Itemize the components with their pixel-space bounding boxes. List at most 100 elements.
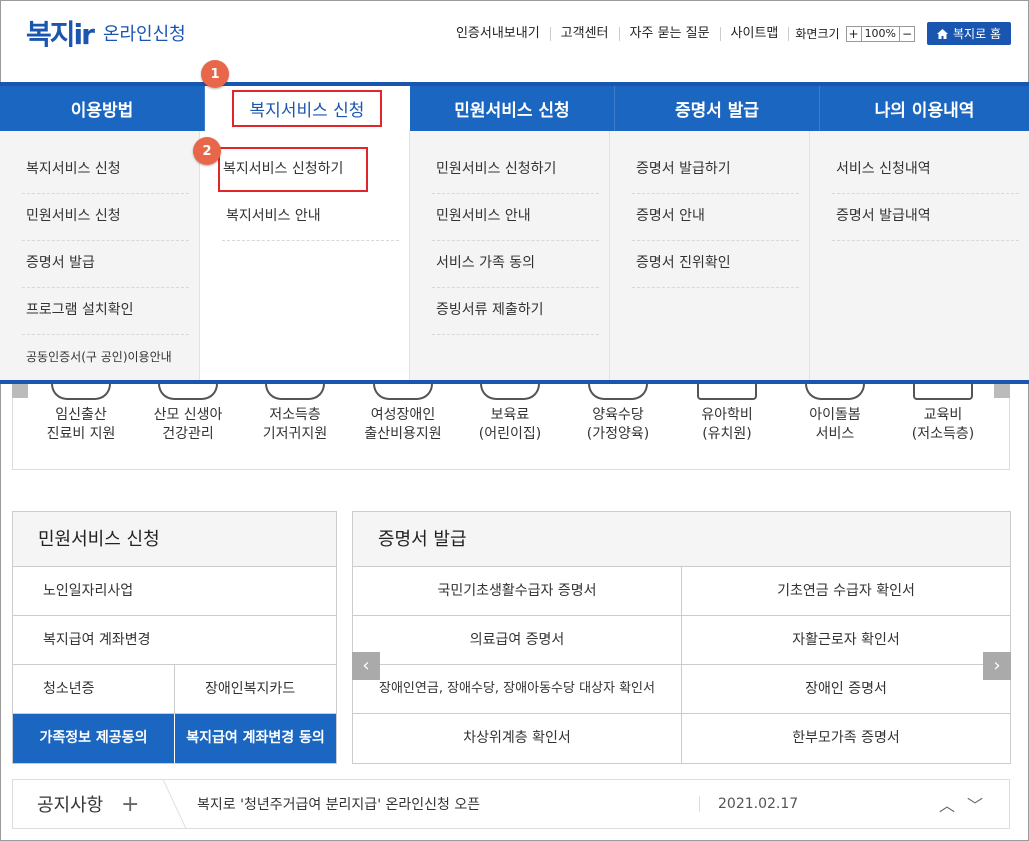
mega-col-welfare: 복지서비스 신청하기 복지서비스 안내 (200, 131, 410, 380)
cert-cell[interactable]: 차상위계층 확인서 (353, 714, 682, 763)
cert-cell[interactable]: 기초연금 수급자 확인서 (682, 567, 1010, 616)
civil-panel-title: 민원서비스 신청 (13, 512, 336, 567)
family-info-consent-button[interactable]: 가족정보 제공동의 (13, 714, 175, 763)
menu-item[interactable]: 증명서 발급내역 (832, 194, 1019, 241)
cert-panel-title: 증명서 발급 (353, 512, 1010, 567)
service-icon (480, 384, 540, 400)
cert-cell[interactable]: 자활근로자 확인서 (682, 616, 1010, 665)
service-line1: 아이돌봄 (809, 407, 861, 423)
menu-item[interactable]: 서비스 신청내역 (832, 147, 1019, 194)
tab-civil-apply[interactable]: 민원서비스 신청 (410, 86, 615, 131)
logo-subtitle: 온라인신청 (102, 24, 186, 45)
menu-item[interactable]: 복지서비스 신청 (22, 147, 189, 194)
service-icon (697, 384, 757, 400)
tab-certificate-label: 증명서 발급 (674, 101, 760, 121)
main-nav: 이용방법 복지서비스 신청 민원서비스 신청 증명서 발급 나의 이용내역 (0, 86, 1029, 131)
util-link-customer-center[interactable]: 고객센터 (551, 26, 620, 41)
tab-welfare-apply[interactable]: 복지서비스 신청 (205, 86, 410, 131)
site-logo[interactable]: 복지ir 온라인신청 (26, 8, 186, 58)
util-link-cert-export[interactable]: 인증서내보내기 (446, 26, 551, 41)
notice-nav-arrows-icon[interactable]: ︿﹀ (939, 792, 1009, 816)
mega-col-civil: 민원서비스 신청하기 민원서비스 안내 서비스 가족 동의 증빙서류 제출하기 (410, 131, 610, 380)
menu-item[interactable]: 민원서비스 안내 (432, 194, 599, 241)
service-line2: (어린이집) (478, 426, 542, 442)
cert-cell[interactable]: 장애인 증명서 (682, 665, 1010, 714)
service-icon (51, 384, 111, 400)
service-item[interactable]: 교육비 (저소득층) (893, 384, 993, 444)
service-line2: 건강관리 (162, 426, 214, 442)
menu-item[interactable]: 증빙서류 제출하기 (432, 288, 599, 335)
home-icon (937, 28, 949, 39)
service-item[interactable]: 유아학비 (유치원) (677, 384, 777, 444)
tab-my-history[interactable]: 나의 이용내역 (820, 86, 1029, 131)
menu-item[interactable]: 프로그램 설치확인 (22, 288, 189, 335)
menu-item[interactable]: 공동인증서(구 공인)이용안내 (22, 335, 189, 382)
service-line1: 양육수당 (592, 407, 644, 423)
service-icon (265, 384, 325, 400)
mega-col-certificate: 증명서 발급하기 증명서 안내 증명서 진위확인 (610, 131, 810, 380)
civil-row[interactable]: 노인일자리사업 (13, 567, 336, 616)
cert-grid: 국민기초생활수급자 증명서 기초연금 수급자 확인서 의료급여 증명서 자활근로… (353, 567, 1010, 763)
cert-cell[interactable]: 장애인연금, 장애수당, 장애아동수당 대상자 확인서 (353, 665, 682, 714)
util-link-sitemap[interactable]: 사이트맵 (721, 26, 790, 41)
service-icon (913, 384, 973, 400)
service-item[interactable]: 보육료 (어린이집) (460, 384, 560, 444)
menu-item-welfare-apply-now[interactable]: 복지서비스 신청하기 (218, 147, 368, 192)
civil-disability-card[interactable]: 장애인복지카드 (175, 665, 336, 713)
service-item[interactable]: 양육수당 (가정양육) (568, 384, 668, 444)
menu-item[interactable]: 복지서비스 안내 (222, 194, 399, 241)
service-icon (805, 384, 865, 400)
service-next-arrow[interactable] (994, 384, 1010, 398)
zoom-out-button[interactable]: − (899, 25, 916, 42)
cert-cell[interactable]: 의료급여 증명서 (353, 616, 682, 665)
service-line1: 임신출산 (55, 407, 107, 423)
menu-item[interactable]: 증명서 발급 (22, 241, 189, 288)
notice-bar: 공지사항 + 복지로 '청년주거급여 분리지급' 온라인신청 오픈 2021.0… (12, 779, 1010, 829)
service-icon (588, 384, 648, 400)
zoom-in-button[interactable]: + (845, 25, 862, 42)
cert-next-arrow[interactable]: › (983, 652, 1011, 680)
tab-certificate[interactable]: 증명서 발급 (615, 86, 820, 131)
civil-row[interactable]: 복지급여 계좌변경 (13, 616, 336, 665)
notice-text[interactable]: 복지로 '청년주거급여 분리지급' 온라인신청 오픈 (197, 794, 699, 814)
home-button-label: 복지로 홈 (953, 27, 1001, 41)
cert-cell[interactable]: 국민기초생활수급자 증명서 (353, 567, 682, 616)
service-strip: 임신출산 진료비 지원 산모 신생아 건강관리 저소득층 기저귀지원 여성장애인출산비… (12, 384, 1010, 470)
home-button[interactable]: 복지로 홈 (927, 22, 1011, 45)
civil-youth-card[interactable]: 청소년증 (13, 665, 175, 713)
menu-item[interactable]: 증명서 진위확인 (632, 241, 799, 288)
tab-usage[interactable]: 이용방법 (0, 86, 205, 131)
tab-usage-label: 이용방법 (70, 101, 134, 121)
service-line1: 저소득층 (269, 407, 321, 423)
cert-cell[interactable]: 한부모가족 증명서 (682, 714, 1010, 763)
account-change-consent-button[interactable]: 복지급여 계좌변경 동의 (175, 714, 336, 763)
service-prev-arrow[interactable] (12, 384, 28, 398)
utility-bar: 인증서내보내기 고객센터 자주 묻는 질문 사이트맵 화면크기 + 100% −… (446, 22, 1011, 45)
menu-item[interactable]: 증명서 발급하기 (632, 147, 799, 194)
screen-size-label: 화면크기 (795, 27, 840, 41)
mega-col-usage: 복지서비스 신청 민원서비스 신청 증명서 발급 프로그램 설치확인 공동인증서… (0, 131, 200, 382)
util-link-faq[interactable]: 자주 묻는 질문 (620, 26, 721, 41)
notice-more-plus-icon[interactable]: + (121, 792, 161, 817)
service-line1: 여성장애인 (370, 407, 436, 423)
service-line2: 서비스 (815, 426, 855, 442)
service-item[interactable]: 임신출산 진료비 지원 (31, 384, 131, 444)
menu-item[interactable]: 증명서 안내 (632, 194, 799, 241)
civil-button-row: 가족정보 제공동의 복지급여 계좌변경 동의 (13, 714, 336, 763)
service-item[interactable]: 여성장애인출산비용지원 (353, 384, 453, 444)
menu-item[interactable]: 민원서비스 신청하기 (432, 147, 599, 194)
cert-prev-arrow[interactable]: ‹ (352, 652, 380, 680)
service-item[interactable]: 산모 신생아 건강관리 (138, 384, 238, 444)
menu-item[interactable]: 민원서비스 신청 (22, 194, 189, 241)
service-item[interactable]: 아이돌봄서비스 (785, 384, 885, 444)
tab-my-history-label: 나의 이용내역 (874, 101, 975, 121)
service-line2: (유치원) (702, 426, 752, 442)
service-line2: (가정양육) (586, 426, 650, 442)
menu-item[interactable]: 서비스 가족 동의 (432, 241, 599, 288)
step-badge-2: 2 (193, 137, 221, 165)
service-line2: 출산비용지원 (364, 426, 442, 442)
civil-service-panel: 민원서비스 신청 노인일자리사업 복지급여 계좌변경 청소년증 장애인복지카드 … (12, 511, 337, 764)
service-line2: (저소득층) (911, 426, 975, 442)
service-item[interactable]: 저소득층 기저귀지원 (245, 384, 345, 444)
civil-half-row: 청소년증 장애인복지카드 (13, 665, 336, 714)
